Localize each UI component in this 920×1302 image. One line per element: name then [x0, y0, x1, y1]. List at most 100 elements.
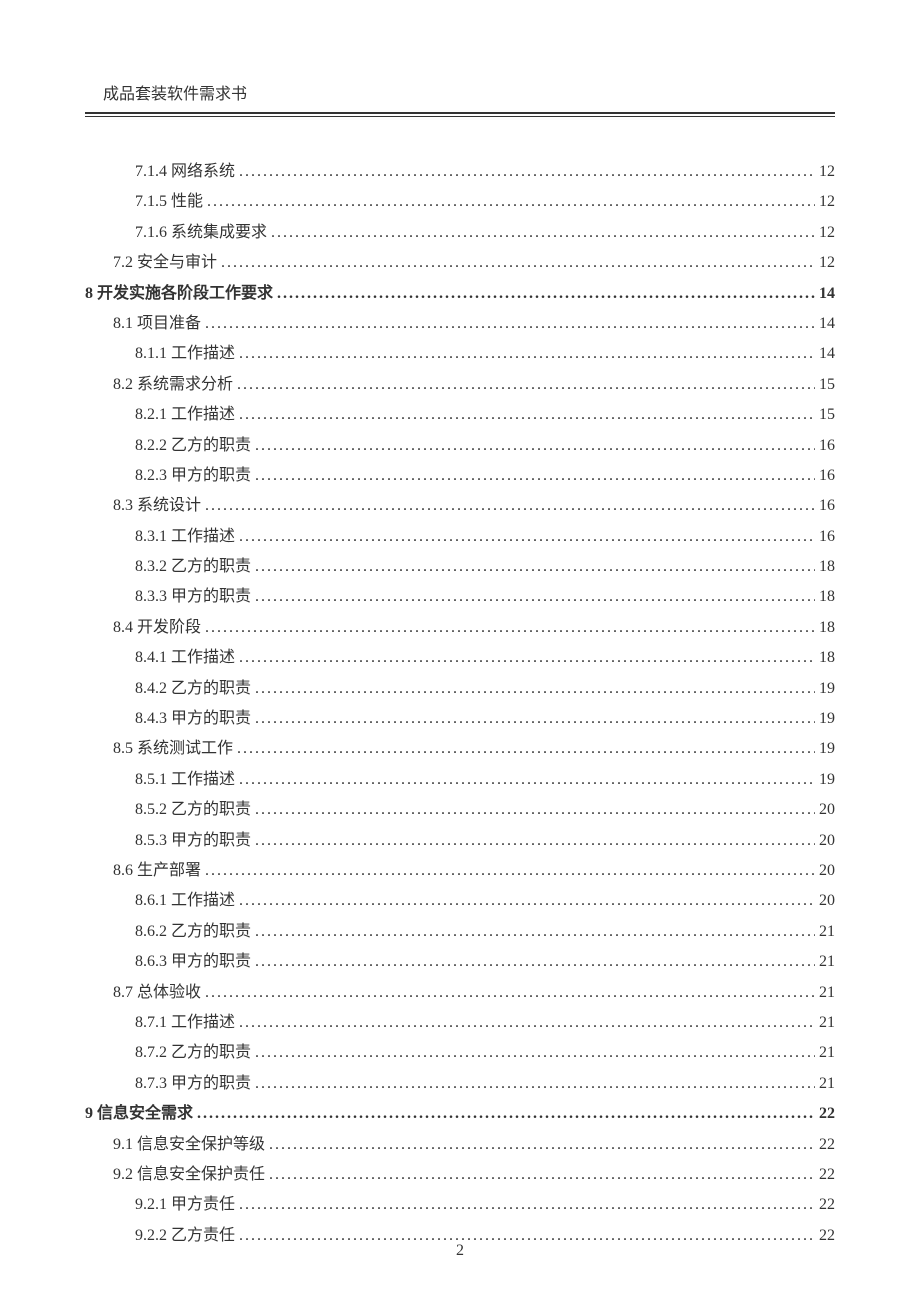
- toc-entry-page: 16: [819, 461, 835, 491]
- toc-entry-page: 16: [819, 491, 835, 521]
- toc-entry: 8.7.3 甲方的职责 21: [135, 1069, 835, 1099]
- toc-entry: 8.5.2 乙方的职责 20: [135, 795, 835, 825]
- toc-entry: 8.5.3 甲方的职责20: [135, 826, 835, 856]
- toc-entry-label: 8.5 系统测试工作: [113, 734, 233, 764]
- toc-entry: 7.1.5 性能 12: [135, 187, 835, 217]
- toc-entry-page: 18: [819, 613, 835, 643]
- toc-entry-label: 9.2 信息安全保护责任: [113, 1160, 265, 1190]
- toc-entry-page: 20: [819, 795, 835, 825]
- toc-leader-dots: [207, 187, 815, 217]
- toc-leader-dots: [239, 522, 815, 552]
- toc-entry-label: 8.7.1 工作描述: [135, 1008, 235, 1038]
- toc-entry-label: 8.2.3 甲方的职责: [135, 461, 251, 491]
- toc-entry-page: 12: [819, 157, 835, 187]
- toc-entry-page: 21: [819, 1008, 835, 1038]
- toc-entry: 8.6.2 乙方的职责21: [135, 917, 835, 947]
- header-rule-top: [85, 112, 835, 114]
- toc-leader-dots: [239, 1008, 815, 1038]
- toc-leader-dots: [239, 765, 815, 795]
- toc-entry-page: 22: [819, 1099, 835, 1129]
- toc-entry-page: 19: [819, 674, 835, 704]
- toc-entry-page: 18: [819, 643, 835, 673]
- toc-leader-dots: [255, 461, 815, 491]
- toc-leader-dots: [255, 826, 815, 856]
- toc-leader-dots: [239, 339, 815, 369]
- toc-entry: 9.1 信息安全保护等级 22: [113, 1130, 835, 1160]
- toc-entry-page: 22: [819, 1190, 835, 1220]
- toc-entry-page: 15: [819, 400, 835, 430]
- toc-entry: 8.7 总体验收21: [113, 978, 835, 1008]
- toc-entry: 8.2.1 工作描述 15: [135, 400, 835, 430]
- toc-leader-dots: [205, 491, 815, 521]
- toc-entry-page: 12: [819, 187, 835, 217]
- toc-entry-page: 14: [819, 279, 835, 309]
- toc-leader-dots: [255, 917, 815, 947]
- document-page: 成品套装软件需求书 7.1.4 网络系统127.1.5 性能127.1.6 系统…: [0, 0, 920, 1302]
- toc-entry: 8.1 项目准备14: [113, 309, 835, 339]
- toc-entry-label: 8.1.1 工作描述: [135, 339, 235, 369]
- toc-entry: 8.3.2 乙方的职责18: [135, 552, 835, 582]
- toc-leader-dots: [239, 400, 815, 430]
- toc-entry-page: 15: [819, 370, 835, 400]
- toc-leader-dots: [255, 1069, 815, 1099]
- toc-entry-page: 18: [819, 582, 835, 612]
- toc-entry-page: 22: [819, 1130, 835, 1160]
- toc-entry-label: 8.4.1 工作描述: [135, 643, 235, 673]
- toc-leader-dots: [221, 248, 815, 278]
- toc-entry-label: 9 信息安全需求: [85, 1099, 193, 1129]
- toc-entry-page: 21: [819, 1038, 835, 1068]
- toc-leader-dots: [239, 643, 815, 673]
- toc-leader-dots: [239, 886, 815, 916]
- toc-entry-label: 8.4.2 乙方的职责: [135, 674, 251, 704]
- toc-entry-label: 7.2 安全与审计: [113, 248, 217, 278]
- toc-leader-dots: [255, 1038, 815, 1068]
- toc-entry-page: 21: [819, 978, 835, 1008]
- toc-leader-dots: [271, 218, 815, 248]
- toc-entry: 9.2.1 甲方责任22: [135, 1190, 835, 1220]
- toc-entry-page: 14: [819, 339, 835, 369]
- toc-entry-label: 9.1 信息安全保护等级: [113, 1130, 265, 1160]
- toc-entry: 7.1.6 系统集成要求12: [135, 218, 835, 248]
- toc-entry-page: 21: [819, 1069, 835, 1099]
- toc-entry-label: 7.1.6 系统集成要求: [135, 218, 267, 248]
- toc-entry-label: 8.3.3 甲方的职责: [135, 582, 251, 612]
- toc-entry-label: 8.7.3 甲方的职责: [135, 1069, 251, 1099]
- toc-leader-dots: [269, 1160, 815, 1190]
- toc-entry-label: 8.2.1 工作描述: [135, 400, 235, 430]
- toc-entry-label: 8.7.2 乙方的职责: [135, 1038, 251, 1068]
- toc-entry: 8.4 开发阶段18: [113, 613, 835, 643]
- toc-leader-dots: [205, 856, 815, 886]
- toc-entry-page: 20: [819, 886, 835, 916]
- toc-entry: 8.6.1 工作描述 20: [135, 886, 835, 916]
- toc-entry-label: 8.6.1 工作描述: [135, 886, 235, 916]
- toc-entry: 8.3.1 工作描述16: [135, 522, 835, 552]
- toc-entry-page: 19: [819, 765, 835, 795]
- toc-entry: 8.2.2 乙方的职责16: [135, 431, 835, 461]
- toc-entry-page: 18: [819, 552, 835, 582]
- toc-leader-dots: [237, 370, 815, 400]
- toc-leader-dots: [255, 582, 815, 612]
- toc-leader-dots: [255, 795, 815, 825]
- table-of-contents: 7.1.4 网络系统127.1.5 性能127.1.6 系统集成要求127.2 …: [85, 157, 835, 1251]
- toc-entry: 8.7.1 工作描述 21: [135, 1008, 835, 1038]
- toc-entry-label: 8.4.3 甲方的职责: [135, 704, 251, 734]
- toc-entry-label: 7.1.5 性能: [135, 187, 203, 217]
- toc-leader-dots: [205, 978, 815, 1008]
- toc-entry: 8.1.1 工作描述 14: [135, 339, 835, 369]
- toc-entry-label: 8.2.2 乙方的职责: [135, 431, 251, 461]
- toc-entry-label: 8.6.3 甲方的职责: [135, 947, 251, 977]
- toc-entry-label: 8.5.2 乙方的职责: [135, 795, 251, 825]
- toc-entry: 8.3 系统设计16: [113, 491, 835, 521]
- toc-entry-page: 20: [819, 856, 835, 886]
- toc-entry: 8.3.3 甲方的职责 18: [135, 582, 835, 612]
- toc-entry-page: 19: [819, 734, 835, 764]
- toc-leader-dots: [239, 157, 815, 187]
- toc-leader-dots: [277, 279, 815, 309]
- toc-entry-page: 21: [819, 917, 835, 947]
- toc-entry-label: 8.5.3 甲方的职责: [135, 826, 251, 856]
- toc-entry: 8.2 系统需求分析15: [113, 370, 835, 400]
- toc-entry-label: 8.6 生产部署: [113, 856, 201, 886]
- toc-entry: 8.7.2 乙方的职责 21: [135, 1038, 835, 1068]
- toc-entry-label: 8.5.1 工作描述: [135, 765, 235, 795]
- toc-leader-dots: [255, 947, 815, 977]
